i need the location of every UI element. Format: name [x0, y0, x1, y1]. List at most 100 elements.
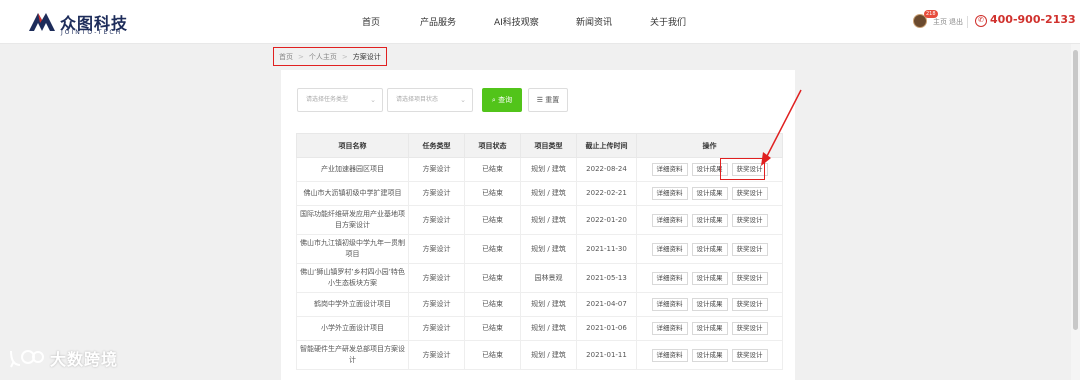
cell-project-name: 佛山市九江镇初级中学九年一贯制项目 — [296, 234, 409, 264]
col-header-type: 项目类型 — [520, 133, 577, 158]
annotation-arrow-icon — [761, 89, 802, 166]
cell-project-name: 智能硬件生产研发总部项目方案设计 — [296, 340, 409, 370]
nav-item-ai-observation[interactable]: AI科技观察 — [494, 15, 539, 28]
cell-project-status: 已结束 — [464, 234, 521, 264]
breadcrumb-current: 方案设计 — [352, 52, 381, 61]
award-design-button[interactable]: 获奖设计 — [731, 271, 768, 285]
details-button[interactable]: 详细资料 — [651, 271, 688, 285]
award-design-button[interactable]: 获奖设计 — [731, 213, 768, 227]
breadcrumb-home[interactable]: 首页 — [279, 52, 293, 62]
table-row: 智能硬件生产研发总部项目方案设计 方案设计 已结束 规划 / 建筑 2021-01-11… — [296, 340, 783, 370]
col-header-deadline: 截止上传时间 — [576, 133, 637, 158]
cell-project-status: 已结束 — [464, 205, 521, 235]
details-button[interactable]: 详细资料 — [651, 242, 688, 256]
award-design-button[interactable]: 获奖设计 — [731, 242, 768, 256]
cell-project-type: 规划 / 建筑 — [520, 157, 577, 182]
cell-project-name: 小学外立面设计项目 — [296, 316, 409, 341]
breadcrumb: 首页 > 个人主页 > 方案设计 — [273, 47, 387, 66]
task-type-placeholder: 请选择任务类型 — [306, 96, 349, 103]
reset-label: 重置 — [545, 96, 560, 104]
header-divider — [967, 16, 968, 28]
design-results-button[interactable]: 设计成果 — [691, 322, 728, 335]
cell-project-type: 规划 / 建筑 — [520, 316, 577, 341]
award-design-button[interactable]: 获奖设计 — [731, 298, 768, 311]
breadcrumb-personal[interactable]: 个人主页 — [309, 52, 337, 62]
details-button[interactable]: 详细资料 — [651, 348, 688, 362]
cell-project-status: 已结束 — [464, 157, 521, 182]
table-row: 产业加速器园区项目 方案设计 已结束 规划 / 建筑 2022-08-24 详细资料 设计成… — [296, 157, 783, 182]
cell-project-name: 产业加速器园区项目 — [296, 157, 409, 182]
cell-task-type: 方案设计 — [408, 205, 465, 235]
award-design-button[interactable]: 获奖设计 — [731, 322, 768, 335]
cell-deadline: 2022-02-21 — [576, 181, 637, 206]
nav-item-home[interactable]: 首页 — [362, 15, 380, 28]
cell-project-status: 已结束 — [464, 292, 521, 317]
award-design-button[interactable]: 获奖设计 — [731, 187, 768, 200]
cell-deadline: 2022-08-24 — [576, 157, 637, 182]
details-button[interactable]: 详细资料 — [651, 322, 688, 335]
cell-deadline: 2022-01-20 — [576, 205, 637, 235]
cell-project-type: 规划 / 建筑 — [520, 205, 577, 235]
query-label: 查询 — [498, 96, 513, 104]
design-results-button[interactable]: 设计成果 — [691, 271, 728, 285]
cell-project-name: 佛山市大沥镇初级中学扩建项目 — [296, 181, 409, 206]
design-results-button[interactable]: 设计成果 — [691, 242, 728, 256]
nav-item-about[interactable]: 关于我们 — [650, 15, 686, 28]
cell-task-type: 方案设计 — [408, 263, 465, 293]
table-row: 佛山市九江镇初级中学九年一贯制项目 方案设计 已结束 规划 / 建筑 2021-11-3… — [296, 234, 783, 264]
logout-link[interactable]: 退出 — [949, 17, 963, 27]
details-button[interactable]: 详细资料 — [651, 187, 688, 200]
cell-task-type: 方案设计 — [408, 234, 465, 264]
table-row: 鹤岗中学外立面设计项目 方案设计 已结束 规划 / 建筑 2021-04-07 详细资料设… — [296, 292, 783, 317]
cell-actions: 详细资料 设计成果 获奖设计 — [636, 292, 783, 317]
details-button[interactable]: 详细资料 — [651, 163, 688, 176]
design-results-button[interactable]: 设计成果 — [691, 213, 728, 227]
chevron-right-icon: > — [341, 52, 348, 61]
cell-task-type: 方案设计 — [408, 340, 465, 370]
hotline: ✆ 400-900-2133 — [975, 13, 1076, 27]
design-results-button[interactable]: 设计成果 — [691, 187, 728, 200]
cell-actions: 详细资料 设计成果 获奖设计 — [636, 234, 783, 264]
cell-deadline: 2021-01-11 — [576, 340, 637, 370]
brand-name-en: JOINTO-TECH — [61, 29, 123, 36]
cell-task-type: 方案设计 — [408, 292, 465, 317]
cell-project-name: 鹤岗中学外立面设计项目 — [296, 292, 409, 317]
cell-actions: 详细资料 设计成果 获奖设计 — [636, 316, 783, 341]
details-button[interactable]: 详细资料 — [651, 298, 688, 311]
details-button[interactable]: 详细资料 — [651, 213, 688, 227]
cell-project-type: 规划 / 建筑 — [520, 234, 577, 264]
cell-project-type: 规划 / 建筑 — [520, 340, 577, 370]
brand-logo[interactable]: 众图科技 JOINTO-TECH — [28, 8, 138, 38]
cell-project-status: 已结束 — [464, 316, 521, 341]
design-results-button[interactable]: 设计成果 — [691, 298, 728, 311]
query-button[interactable]: ⌕ 查询 — [482, 88, 522, 112]
cell-actions: 详细资料 设计成果 获奖设计 — [636, 340, 783, 370]
nav-item-products[interactable]: 产品服务 — [420, 15, 456, 28]
chevron-right-icon: > — [298, 52, 304, 61]
content-card: 请选择任务类型 ⌄ 请选择项目状态 ⌄ ⌕ 查询 ☰ 重置 项目名称 任务类型 … — [281, 70, 795, 380]
cell-project-status: 已结束 — [464, 181, 521, 206]
scrollbar-thumb[interactable] — [1073, 50, 1078, 330]
cell-project-status: 已结束 — [464, 263, 521, 293]
cell-project-type: 园林景观 — [520, 263, 577, 293]
user-home-link[interactable]: 主页 — [933, 17, 947, 27]
phone-icon: ✆ — [975, 15, 987, 27]
reset-button[interactable]: ☰ 重置 — [528, 88, 568, 112]
reset-icon: ☰ — [536, 96, 544, 104]
table-row: 佛山市大沥镇初级中学扩建项目 方案设计 已结束 规划 / 建筑 2022-02-21 详细… — [296, 181, 783, 206]
cell-deadline: 2021-01-06 — [576, 316, 637, 341]
award-design-button[interactable]: 获奖设计 — [731, 348, 768, 362]
watermark-text: 大数跨境 — [50, 350, 119, 369]
project-status-placeholder: 请选择项目状态 — [396, 96, 439, 103]
task-type-select[interactable]: 请选择任务类型 ⌄ — [297, 88, 383, 112]
cell-task-type: 方案设计 — [408, 316, 465, 341]
hotline-number: 400-900-2133 — [990, 13, 1076, 26]
chevron-down-icon: ⌄ — [460, 96, 466, 104]
project-status-select[interactable]: 请选择项目状态 ⌄ — [387, 88, 473, 112]
nav-item-news[interactable]: 新闻资讯 — [576, 15, 612, 28]
col-header-status: 项目状态 — [464, 133, 521, 158]
col-header-task: 任务类型 — [408, 133, 465, 158]
cell-deadline: 2021-04-07 — [576, 292, 637, 317]
design-results-button[interactable]: 设计成果 — [691, 348, 728, 362]
search-icon: ⌕ — [491, 96, 496, 104]
